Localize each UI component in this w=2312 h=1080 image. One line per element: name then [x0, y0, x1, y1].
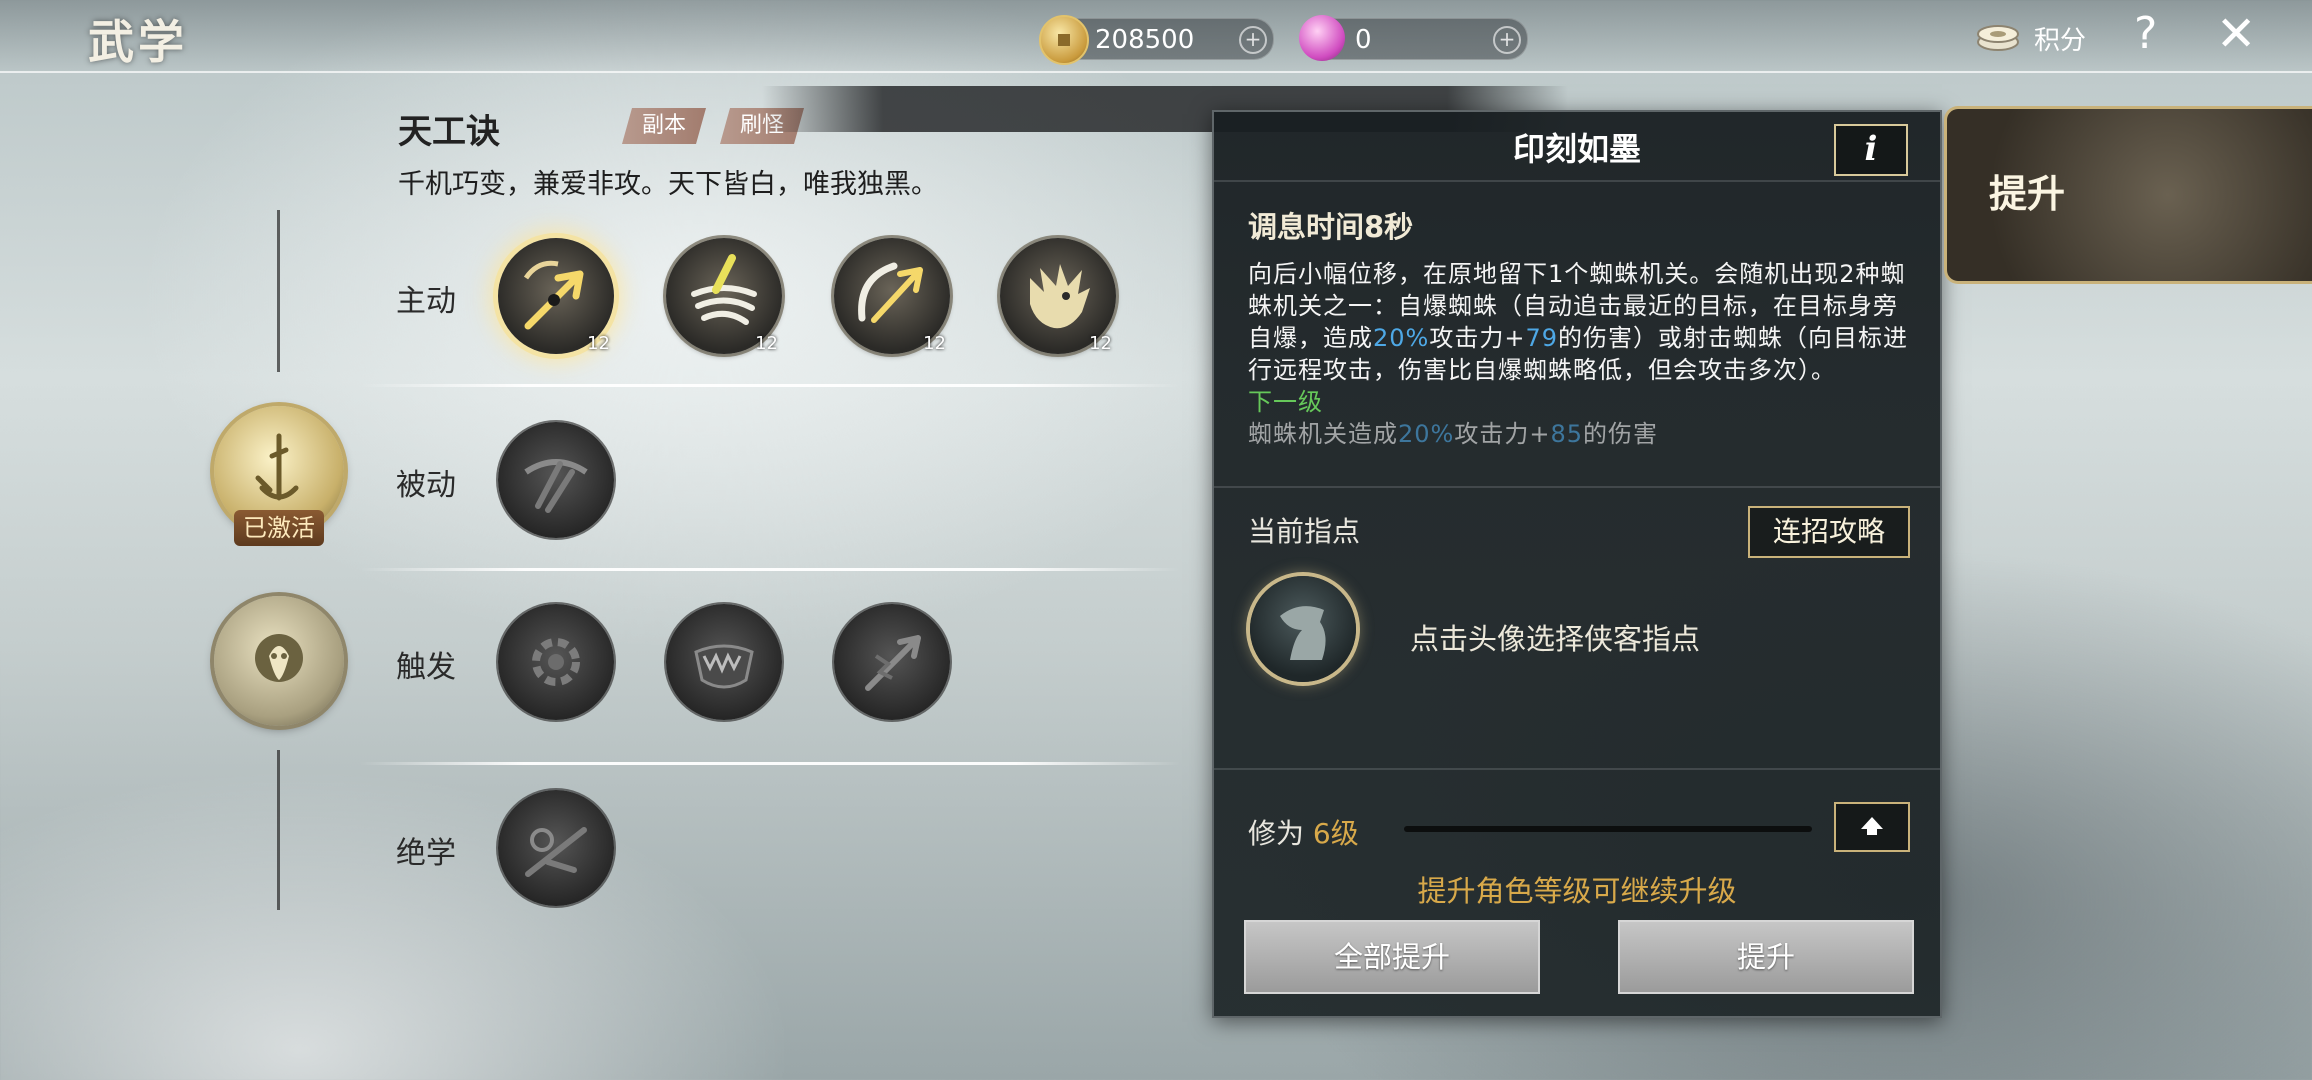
upgrade-tab-label: 提升 [1989, 172, 2066, 216]
next-level-label: 下一级 [1248, 388, 1323, 416]
hero-silhouette-icon [1280, 606, 1326, 660]
active-skill-3[interactable]: 12 [834, 238, 950, 354]
gear-icon [532, 638, 580, 686]
gem-value: 0 [1355, 25, 1372, 55]
trigger-skill-1[interactable] [498, 604, 614, 720]
skill-detail-panel: 印刻如墨 i 调息时间8秒 向后小幅位移，在原地留下1个蜘蛛机关。会随机出现2种… [1212, 110, 1942, 1018]
row-label-passive: 被动 [396, 468, 456, 503]
row-divider [360, 762, 1180, 765]
shield-spin-icon [524, 459, 588, 513]
row-divider [360, 384, 1180, 387]
next-text: 蜘蛛机关造成 [1248, 420, 1398, 448]
panel-divider [1214, 486, 1940, 488]
passive-skill-1[interactable] [498, 422, 614, 538]
next-percent: 20% [1398, 420, 1455, 448]
tag-dungeon: 副本 [622, 108, 706, 144]
level-value: 6级 [1312, 817, 1359, 850]
desc-flat-value: 79 [1525, 324, 1558, 352]
panel-divider [1214, 768, 1940, 770]
next-text: 攻击力+ [1454, 420, 1551, 448]
tree-line [277, 210, 280, 372]
upgrade-all-button[interactable]: 全部提升 [1244, 920, 1540, 994]
points-label: 积分 [2034, 26, 2087, 56]
active-skill-4[interactable]: 12 [1000, 238, 1116, 354]
cooldown-text: 调息时间8秒 [1248, 210, 1414, 244]
level-up-arrow-button[interactable] [1834, 802, 1910, 852]
next-level-text: 蜘蛛机关造成20%攻击力+85的伤害 [1248, 420, 1658, 448]
skillset-description: 千机巧变，兼爱非攻。天下皆白，唯我独黑。 [398, 169, 938, 200]
warrior-icon [525, 827, 587, 877]
row-label-ultimate: 绝学 [396, 836, 456, 871]
skillset-name: 天工诀 [398, 112, 500, 152]
skill-level: 12 [755, 333, 778, 354]
fanged-maw-icon [694, 644, 754, 689]
gem-counter: 0 + [1299, 15, 1528, 61]
active-skill-2[interactable]: 12 [666, 238, 782, 354]
active-skill-1[interactable]: 12 [498, 238, 614, 354]
trigger-skill-3[interactable] [834, 604, 950, 720]
gem-icon [1299, 15, 1345, 61]
info-button[interactable]: i [1834, 124, 1908, 176]
upgrade-tab[interactable]: 提升 [1944, 106, 2312, 284]
tree-line [277, 750, 280, 910]
next-flat-value: 85 [1550, 420, 1583, 448]
cultivation-level: 修为 6级 [1248, 812, 1359, 852]
guide-label: 当前指点 [1248, 515, 1361, 548]
skill-level: 12 [923, 333, 946, 354]
spirit-icon [255, 634, 303, 682]
guide-hint: 点击头像选择侠客指点 [1410, 622, 1701, 656]
help-button[interactable]: ? [2134, 8, 2157, 59]
skill-level: 12 [1089, 333, 1112, 354]
desc-percent: 20% [1373, 324, 1430, 352]
coin-value: 208500 [1095, 25, 1195, 55]
lightning-arrow-icon [865, 635, 921, 691]
coin-counter: 208500 + [1039, 15, 1274, 65]
trigger-skill-2[interactable] [666, 604, 782, 720]
level-hint: 提升角色等级可继续升级 [1417, 874, 1737, 908]
ultimate-skill-1[interactable] [498, 790, 614, 906]
level-prefix: 修为 [1248, 817, 1305, 850]
page-title: 武学 [88, 15, 188, 69]
points-icon [1977, 25, 2019, 51]
level-progress-bar [1404, 826, 1812, 832]
upgrade-button[interactable]: 提升 [1618, 920, 1914, 994]
add-gems-button[interactable]: + [1493, 26, 1521, 54]
skill-description: 向后小幅位移，在原地留下1个蜘蛛机关。会随机出现2种蜘蛛机关之一：自爆蜘蛛（自动… [1248, 258, 1908, 454]
skill-level: 12 [587, 333, 610, 354]
top-divider [0, 71, 2312, 73]
add-coins-button[interactable]: + [1239, 26, 1267, 54]
desc-text: 攻击力+ [1429, 324, 1526, 352]
panel-divider [1214, 180, 1940, 182]
row-label-trigger: 触发 [396, 650, 456, 685]
row-label-active: 主动 [396, 284, 456, 319]
mentor-avatar[interactable] [1250, 576, 1356, 682]
coin-icon [1039, 15, 1089, 65]
combo-guide-button[interactable]: 连招攻略 [1748, 506, 1910, 558]
next-text: 的伤害 [1583, 420, 1658, 448]
close-button[interactable]: ✕ [2216, 8, 2256, 60]
row-divider [360, 568, 1180, 571]
skill-name: 印刻如墨 [1512, 130, 1641, 168]
activated-badge: 已激活 [234, 510, 324, 546]
spirit-medallion[interactable] [214, 596, 344, 726]
